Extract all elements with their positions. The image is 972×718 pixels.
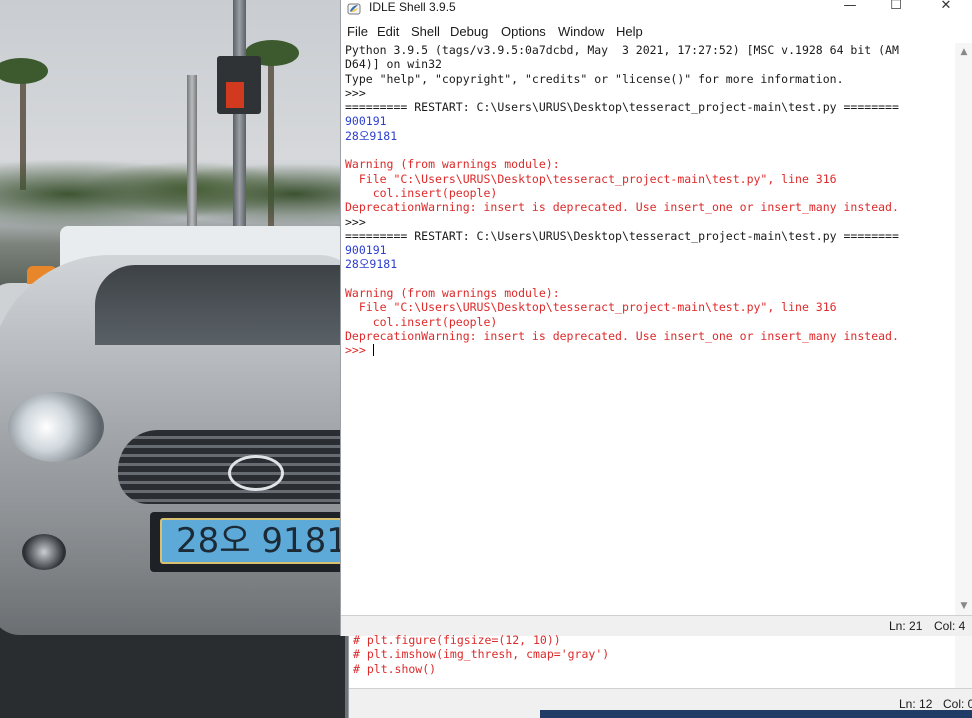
console-line: 28오9181 [345,128,398,143]
console-line: Warning (from warnings module): [345,286,560,301]
console-line: ========= RESTART: C:\Users\URUS\Desktop… [345,228,899,243]
menu-shell[interactable]: Shell [411,24,440,40]
menu-help[interactable]: Help [616,24,643,40]
code-line: # plt.figure(figsize=(12, 10)) [353,633,561,647]
car-emblem [228,455,284,491]
maximize-button[interactable]: ☐ [873,0,919,14]
console-line: 28오9181 [345,257,398,272]
console-line: 900191 [345,243,387,258]
car-foglight [22,534,66,570]
python-feather-icon [347,3,361,15]
background-photo: 28오 9181 [0,0,345,718]
menu-window[interactable]: Window [558,24,604,40]
car-headlight [8,392,104,462]
console-line: >>> [345,343,374,358]
traffic-sign-led [226,82,244,108]
console-line: col.insert(people) [345,314,498,329]
shell-console[interactable]: Python 3.9.5 (tags/v3.9.5:0a7dcbd, May 3… [345,43,955,615]
console-line: D64)] on win32 [345,57,442,72]
console-line: File "C:\Users\URUS\Desktop\tesseract_pr… [345,300,837,315]
console-line: Type "help", "copyright", "credits" or "… [345,71,844,86]
title-bar[interactable]: IDLE Shell 3.9.5 — ☐ ✕ [341,0,972,20]
taskbar [540,710,972,718]
column-number: Col: 4 [934,619,966,633]
tree-line [0,140,345,230]
car-windshield [95,265,345,345]
console-line: >>> [345,85,373,100]
menu-debug[interactable]: Debug [450,24,488,40]
console-line: DeprecationWarning: insert is deprecated… [345,200,899,215]
editor-column-number: Col: 0 [943,697,972,711]
minimize-button[interactable]: — [827,0,873,14]
console-line: ========= RESTART: C:\Users\URUS\Desktop… [345,100,899,115]
close-button[interactable]: ✕ [923,0,969,14]
console-line: File "C:\Users\URUS\Desktop\tesseract_pr… [345,171,837,186]
palm-leaves [0,58,48,84]
console-line: Warning (from warnings module): [345,157,560,172]
line-number: Ln: 21 [889,619,923,633]
code-line: # plt.imshow(img_thresh, cmap='gray') [353,647,610,662]
menu-edit[interactable]: Edit [377,24,399,40]
sign-pole [233,0,246,245]
light-pole [187,75,197,245]
console-line: DeprecationWarning: insert is deprecated… [345,328,899,343]
editor-code-area[interactable]: # plt.figure(figsize=(12, 10)) # plt.ims… [353,633,953,687]
console-line: 900191 [345,114,387,129]
menu-options[interactable]: Options [501,24,546,40]
editor-window: # plt.figure(figsize=(12, 10)) # plt.ims… [348,633,972,718]
console-line: >>> [345,214,373,229]
menu-bar: File Edit Shell Debug Options Window Hel… [341,22,972,42]
code-line: # plt.show() [353,661,437,676]
console-line: Python 3.9.5 (tags/v3.9.5:0a7dcbd, May 3… [345,43,899,57]
editor-line-number: Ln: 12 [899,697,933,711]
license-plate: 28오 9181 [160,518,345,564]
console-line: col.insert(people) [345,185,498,200]
vertical-scrollbar[interactable]: ▲ ▼ [955,43,972,615]
idle-shell-window: IDLE Shell 3.9.5 — ☐ ✕ File Edit Shell D… [340,0,972,636]
chevron-down-icon[interactable]: ▼ [958,601,970,611]
text-cursor [372,344,374,357]
window-title: IDLE Shell 3.9.5 [369,0,456,14]
menu-file[interactable]: File [347,24,368,40]
chevron-up-icon[interactable]: ▲ [958,47,970,57]
editor-vertical-scrollbar[interactable] [955,636,972,688]
